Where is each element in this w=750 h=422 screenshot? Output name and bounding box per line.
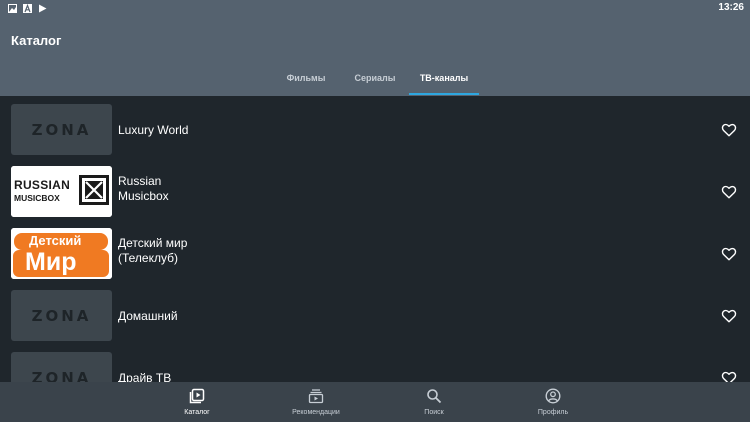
channel-title: Драйв ТВ [118,371,172,382]
tab-indicator [409,93,479,95]
catalog-icon [189,388,205,404]
font-icon [23,4,32,13]
nav-recommendations[interactable]: Рекомендации [276,382,356,422]
channel-logo: RUSSIAN MUSICBOX [11,166,112,217]
page-title: Каталог [11,33,62,48]
channel-logo: ZONA [11,352,112,382]
tab-tv-channels[interactable]: ТВ-каналы [409,73,479,83]
nav-label: Поиск [424,409,444,416]
zona-logo-text: ZONA [31,368,92,383]
image-icon [8,4,17,13]
status-bar: 13:26 [0,0,750,17]
channel-list[interactable]: ZONA Luxury World RUSSIAN MUSICBOX Russi… [0,96,750,382]
channel-logo: Детский Мир [11,228,112,279]
nav-catalog[interactable]: Каталог [157,382,237,422]
channel-row[interactable]: RUSSIAN MUSICBOX Russian Musicbox [0,158,750,220]
status-time: 13:26 [718,2,744,13]
channel-title: Luxury World [118,123,189,137]
tab-series[interactable]: Сериалы [345,73,405,83]
nav-label: Рекомендации [292,409,340,416]
favorite-heart-icon[interactable] [721,371,737,382]
app-bar: Каталог Фильмы Сериалы ТВ-каналы [0,17,750,96]
channel-row[interactable]: ZONA Домашний [0,282,750,344]
nav-profile[interactable]: Профиль [513,382,593,422]
favorite-heart-icon[interactable] [721,247,737,261]
zona-logo-text: ZONA [31,120,92,139]
tab-movies[interactable]: Фильмы [276,73,336,83]
channel-title: Russian Musicbox [118,174,169,203]
channel-row[interactable]: ZONA Luxury World [0,96,750,158]
recommendations-icon [308,389,324,404]
tab-bar: Фильмы Сериалы ТВ-каналы [0,67,750,96]
bottom-nav: Каталог Рекомендации Поиск Профиль [0,382,750,422]
channel-row[interactable]: Детский Мир Детский мир (Телеклуб) [0,220,750,282]
channel-title: Домашний [118,309,178,323]
search-icon [427,389,442,404]
favorite-heart-icon[interactable] [721,123,737,137]
channel-row[interactable]: ZONA Драйв ТВ [0,344,750,382]
logo-text-russian: RUSSIAN [14,178,71,192]
channel-logo: ZONA [11,290,112,341]
logo-text-detskiy: Детский [29,233,82,248]
favorite-heart-icon[interactable] [721,309,737,323]
nav-label: Профиль [537,409,569,416]
profile-icon [545,388,561,404]
channel-title: Детский мир (Телеклуб) [118,236,188,265]
channel-logo: ZONA [11,104,112,155]
play-store-icon [38,4,47,13]
zona-logo-text: ZONA [31,306,92,325]
logo-text-musicbox: MUSICBOX [14,193,60,203]
nav-label: Каталог [184,409,210,416]
nav-search[interactable]: Поиск [394,382,474,422]
logo-text-mir: Мир [25,248,77,276]
favorite-heart-icon[interactable] [721,185,737,199]
